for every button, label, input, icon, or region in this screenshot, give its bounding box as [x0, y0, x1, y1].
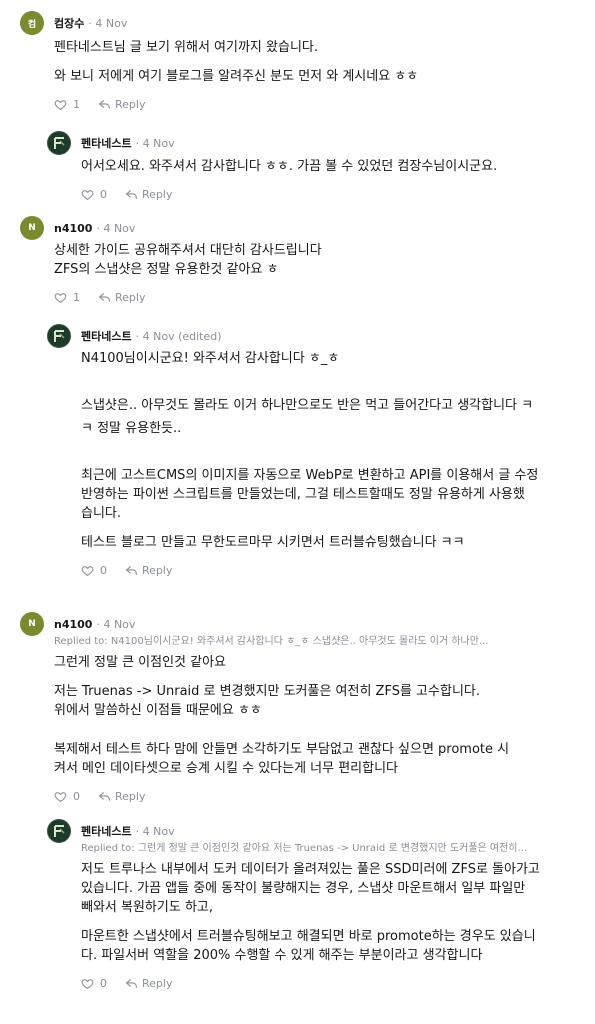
- comment-text: 저도 트루나스 내부에서 도커 데이터가 올려져있는 풀은 SSD미러에 ZFS…: [81, 862, 540, 877]
- comment-date: · 4 Nov: [135, 824, 175, 838]
- comment-text: 켜서 메인 데이타셋으로 승계 시킬 수 있다는게 너무 편리합니다: [54, 761, 399, 776]
- reply-button[interactable]: Reply: [125, 564, 172, 577]
- like-button[interactable]: 0: [81, 188, 107, 201]
- heart-icon: [81, 979, 94, 990]
- comment-author[interactable]: 펜타네스트: [81, 823, 132, 839]
- comment: 컴 컴장수 · 4 Nov 펜타네스트님 글 보기 위해서 여기까지 왔습니다.…: [20, 11, 580, 111]
- reply-icon: [126, 566, 137, 575]
- reply-label: Reply: [142, 977, 173, 990]
- replied-to-preview[interactable]: Replied to: N4100님이시군요! 와주셔서 감사합니다 ㅎ_ㅎ 스…: [54, 632, 580, 647]
- reply-icon: [99, 293, 110, 302]
- comment-text: 다. 파일서버 역할을 200% 수행할 수 있게 해주는 부분이라고 생각합니…: [81, 948, 483, 963]
- comment-author[interactable]: 펜타네스트: [81, 135, 132, 151]
- pentanest-logo-icon: [49, 133, 69, 153]
- comment-reply: 펜타네스트 · 4 Nov Replied to: 그런게 정말 큰 이점인것 …: [47, 819, 587, 990]
- comment-date: · 4 Nov: [96, 617, 136, 631]
- comment-author[interactable]: 컴장수: [54, 15, 84, 31]
- comment-text: 위에서 말씀하신 이점들 때문에요 ㅎㅎ: [54, 703, 262, 718]
- comment-text: 펜타네스트님 글 보기 위해서 여기까지 왔습니다.: [54, 40, 318, 55]
- comment-author[interactable]: n4100: [54, 222, 92, 235]
- comment-text: 스냅샷은.. 아무것도 몰라도 이거 하나만으로도 반은 먹고 들어간다고 생각…: [81, 398, 534, 413]
- comment-text: 테스트 블로그 만들고 무한도르마무 시키면서 트러블슈팅했습니다 ㅋㅋ: [81, 535, 465, 550]
- avatar[interactable]: [47, 324, 71, 348]
- like-count: 1: [73, 291, 80, 304]
- like-button[interactable]: 0: [54, 790, 80, 803]
- reply-label: Reply: [115, 98, 146, 111]
- comment: N n4100 · 4 Nov 상세한 가이드 공유해주셔서 대단히 감사드립니…: [20, 216, 580, 304]
- reply-button[interactable]: Reply: [98, 98, 145, 111]
- comment-date: · 4 Nov (edited): [135, 329, 222, 343]
- comment-text: 어서오세요. 와주셔서 감사합니다 ㅎㅎ. 가끔 볼 수 있었던 컴장수님이시군…: [81, 159, 498, 174]
- comment-text: 복제해서 테스트 하다 맘에 안들면 소각하기도 부담없고 괜찮다 싶으면 pr…: [54, 742, 510, 757]
- like-button[interactable]: 0: [81, 564, 107, 577]
- comment-text: 와 보니 저에게 여기 블로그를 알려주신 분도 먼저 와 계시네요 ㅎㅎ: [54, 69, 419, 84]
- reply-button[interactable]: Reply: [125, 188, 172, 201]
- comment-reply: 펜타네스트 · 4 Nov 어서오세요. 와주셔서 감사합니다 ㅎㅎ. 가끔 볼…: [47, 131, 587, 201]
- reply-label: Reply: [142, 564, 173, 577]
- heart-icon: [54, 100, 67, 111]
- heart-icon: [54, 293, 67, 304]
- comment-date: · 4 Nov: [96, 221, 136, 235]
- reply-label: Reply: [115, 790, 146, 803]
- reply-label: Reply: [142, 188, 173, 201]
- like-count: 0: [100, 977, 107, 990]
- avatar[interactable]: [47, 131, 71, 155]
- comment-text: ZFS의 스냅샷은 정말 유용한것 같아요 ㅎ: [54, 262, 279, 277]
- comment-text: 반영하는 파이썬 스크립트를 만들었는데, 그걸 테스트할때도 정말 유용하게 …: [81, 487, 525, 502]
- reply-icon: [99, 100, 110, 109]
- pentanest-logo-icon: [49, 821, 69, 841]
- comment-text: 습니다.: [81, 506, 122, 521]
- comment-author[interactable]: n4100: [54, 618, 92, 631]
- reply-icon: [99, 792, 110, 801]
- comment-reply: 펜타네스트 · 4 Nov (edited) N4100님이시군요! 와주셔서 …: [47, 324, 587, 577]
- comment-text: 최근에 고스트CMS의 이미지를 자동으로 WebP로 변환하고 API를 이용…: [81, 468, 539, 483]
- like-count: 0: [100, 188, 107, 201]
- comment-date: · 4 Nov: [88, 16, 128, 30]
- reply-button[interactable]: Reply: [125, 977, 172, 990]
- heart-icon: [81, 190, 94, 201]
- comment-text: 저는 Truenas -> Unraid 로 변경했지만 도커풀은 여전히 ZF…: [54, 684, 480, 699]
- avatar[interactable]: N: [20, 216, 44, 240]
- avatar[interactable]: [47, 819, 71, 843]
- like-button[interactable]: 1: [54, 291, 80, 304]
- reply-icon: [126, 190, 137, 199]
- pentanest-logo-icon: [49, 326, 69, 346]
- comment: N n4100 · 4 Nov Replied to: N4100님이시군요! …: [20, 612, 580, 803]
- avatar[interactable]: N: [20, 612, 44, 636]
- comment-text: 마운트한 스냅샷에서 트러블슈팅해보고 해결되면 바로 promote하는 경우…: [81, 929, 536, 944]
- comment-text: 상세한 가이드 공유해주셔서 대단히 감사드립니다: [54, 243, 322, 258]
- reply-button[interactable]: Reply: [98, 291, 145, 304]
- like-count: 0: [100, 564, 107, 577]
- reply-icon: [126, 979, 137, 988]
- like-count: 1: [73, 98, 80, 111]
- comment-text: ㅋ 정말 유용한듯..: [81, 421, 182, 436]
- reply-label: Reply: [115, 291, 146, 304]
- replied-to-preview[interactable]: Replied to: 그런게 정말 큰 이점인것 같아요 저는 Truenas…: [81, 839, 587, 854]
- heart-icon: [54, 792, 67, 803]
- like-count: 0: [73, 790, 80, 803]
- heart-icon: [81, 566, 94, 577]
- like-button[interactable]: 1: [54, 98, 80, 111]
- comment-author[interactable]: 펜타네스트: [81, 328, 132, 344]
- comment-date: · 4 Nov: [135, 136, 175, 150]
- reply-button[interactable]: Reply: [98, 790, 145, 803]
- like-button[interactable]: 0: [81, 977, 107, 990]
- comment-text: 있습니다. 가끔 앱들 중에 동작이 불량해지는 경우, 스냅샷 마운트해서 일…: [81, 881, 526, 896]
- comment-text: 그런게 정말 큰 이점인것 같아요: [54, 655, 227, 670]
- avatar[interactable]: 컴: [20, 11, 44, 35]
- comment-text: N4100님이시군요! 와주셔서 감사합니다 ㅎ_ㅎ: [81, 351, 340, 366]
- comment-text: 빼와서 복원하기도 하고,: [81, 900, 213, 915]
